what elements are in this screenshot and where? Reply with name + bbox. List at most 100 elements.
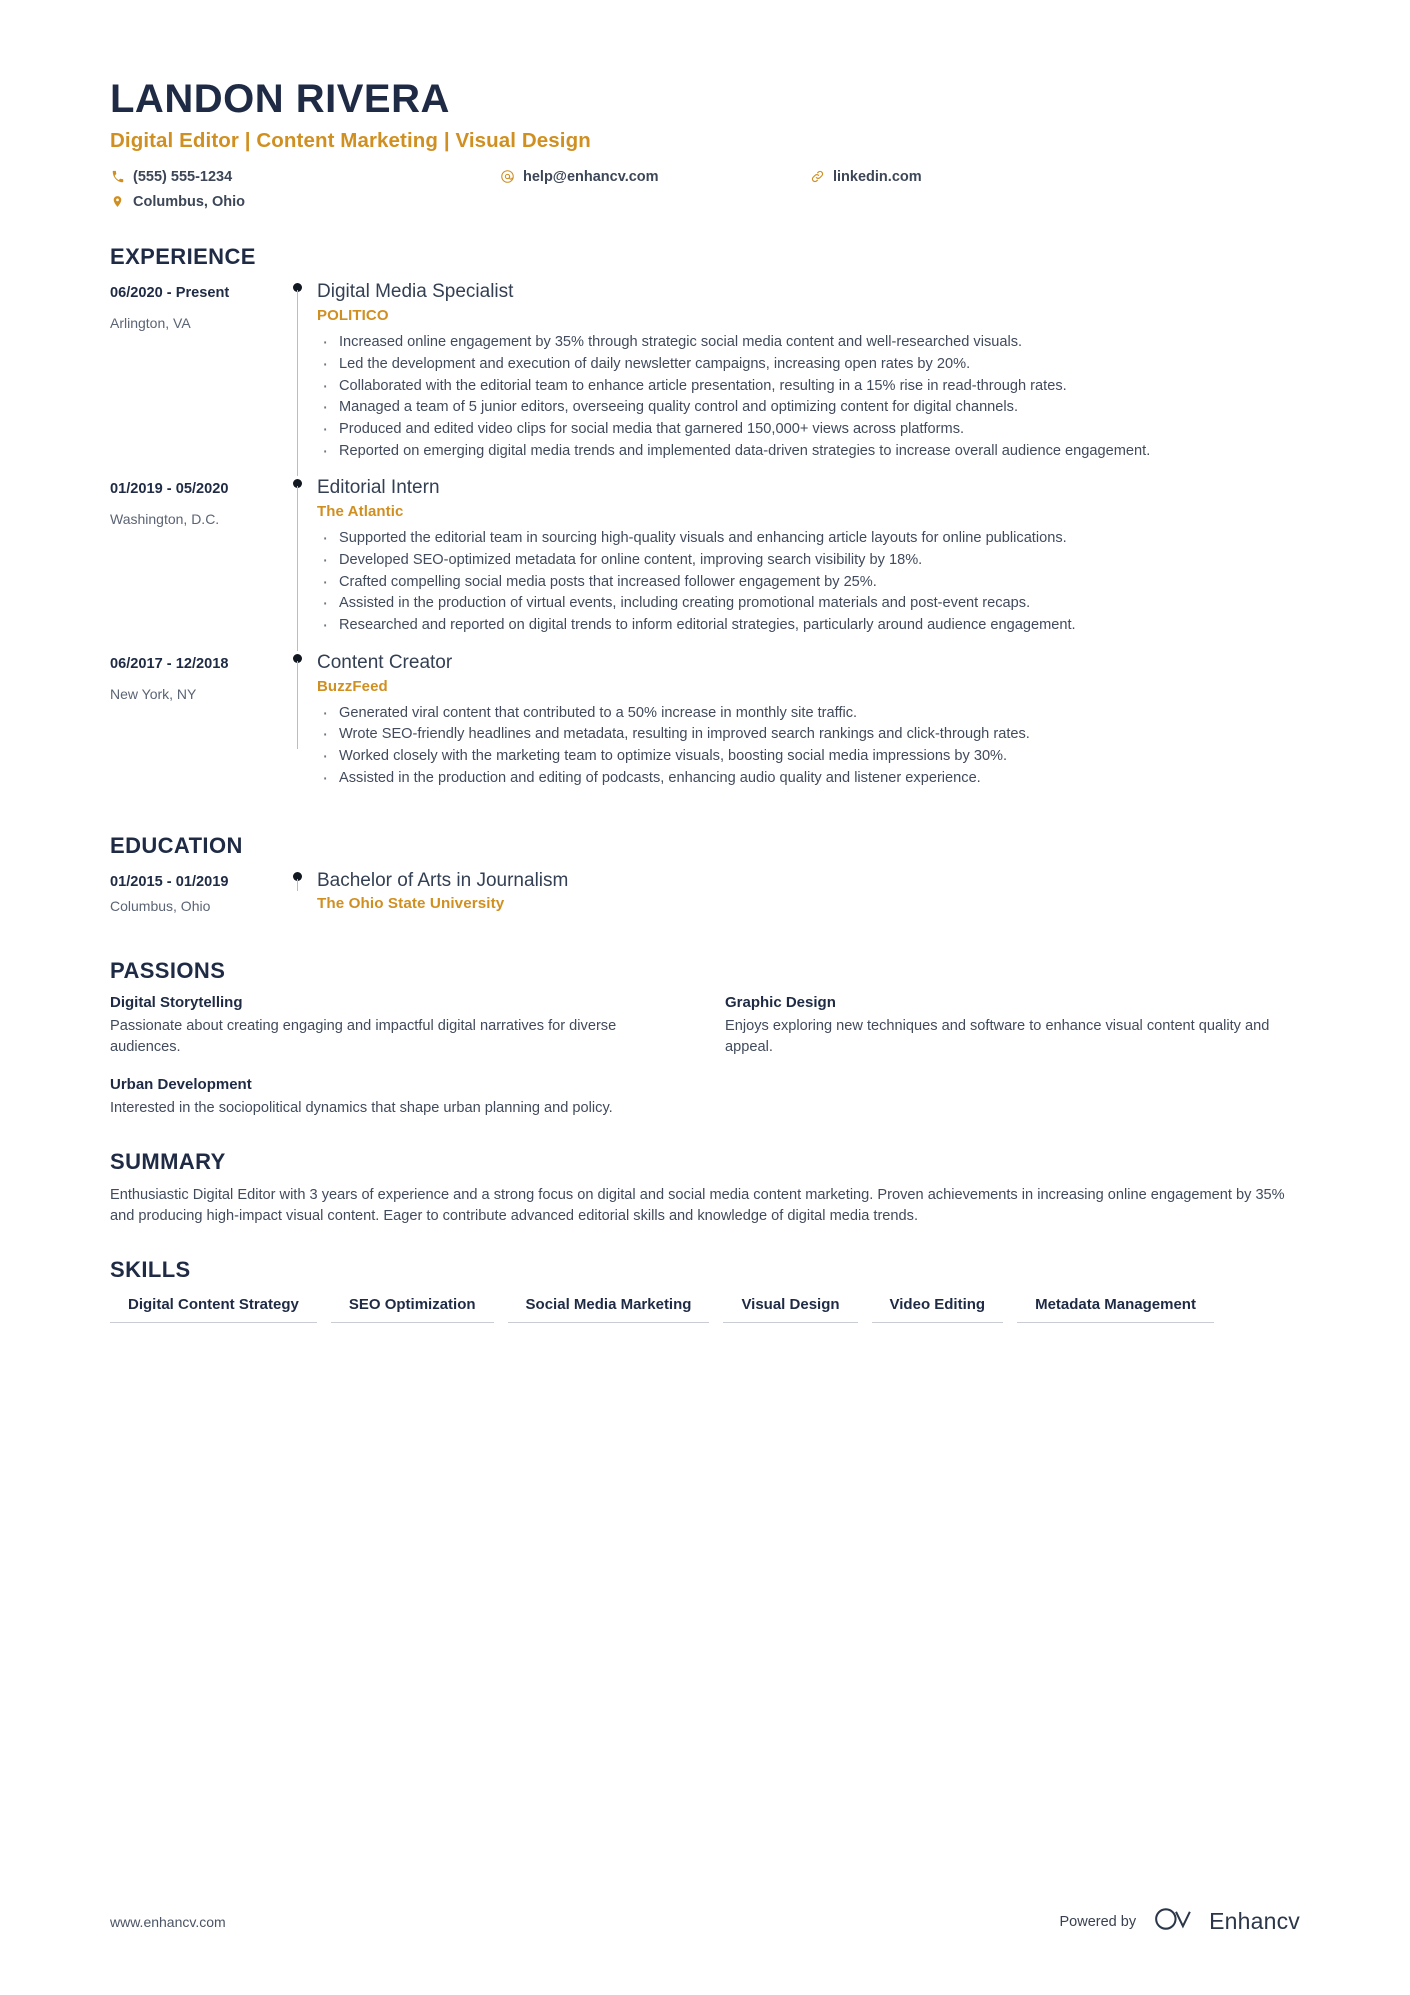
entry-body: Digital Media Specialist POLITICO Increa… bbox=[315, 280, 1300, 466]
summary-text: Enthusiastic Digital Editor with 3 years… bbox=[110, 1186, 1285, 1224]
entry-location: New York, NY bbox=[110, 685, 197, 702]
timeline-line bbox=[297, 290, 299, 477]
skill-tag: Visual Design bbox=[723, 1293, 858, 1323]
link-icon bbox=[810, 169, 825, 184]
skill-tag: Social Media Marketing bbox=[507, 1293, 710, 1323]
experience-section: EXPERIENCE 06/2020 - Present Arlington, … bbox=[110, 244, 1300, 803]
bullet-item: Wrote SEO-friendly headlines and metadat… bbox=[317, 722, 1300, 749]
timeline-line bbox=[297, 486, 299, 651]
brand-name: Enhancv bbox=[1209, 1908, 1300, 1934]
location-pin-icon bbox=[110, 194, 125, 209]
email-icon bbox=[500, 169, 515, 184]
phone-icon bbox=[110, 169, 125, 184]
contact-email-text: help@enhancv.com bbox=[523, 168, 659, 185]
bullet-item: Supported the editorial team in sourcing… bbox=[317, 526, 1300, 553]
passion-item: Urban Development Interested in the soci… bbox=[110, 1076, 685, 1119]
timeline-rail bbox=[280, 476, 315, 651]
entry-date: 01/2019 - 05/2020 bbox=[110, 481, 229, 498]
experience-entry: 06/2017 - 12/2018 New York, NY Content C… bbox=[110, 651, 1300, 804]
bullet-item: Assisted in the production and editing o… bbox=[317, 766, 1300, 793]
bullet-item: Managed a team of 5 junior editors, over… bbox=[317, 395, 1300, 422]
entry-body: Bachelor of Arts in Journalism The Ohio … bbox=[315, 869, 1300, 914]
resume-header: LANDON RIVERA Digital Editor | Content M… bbox=[110, 0, 1300, 214]
contact-linkedin-text: linkedin.com bbox=[833, 168, 922, 185]
passion-item: Graphic Design Enjoys exploring new tech… bbox=[725, 994, 1300, 1057]
skills-heading: SKILLS bbox=[110, 1256, 191, 1282]
contact-email[interactable]: help@enhancv.com bbox=[500, 169, 810, 185]
summary-section: SUMMARY Enthusiastic Digital Editor with… bbox=[110, 1149, 1300, 1227]
timeline-rail bbox=[280, 869, 315, 914]
bullet-item: Generated viral content that contributed… bbox=[317, 701, 1300, 728]
timeline-line bbox=[297, 660, 299, 750]
contact-info: (555) 555-1234 help@enhancv.com linkedin… bbox=[110, 164, 1300, 214]
skills-section: SKILLS Digital Content Strategy SEO Opti… bbox=[110, 1257, 1300, 1323]
entry-bullets: Generated viral content that contributed… bbox=[317, 701, 1300, 793]
summary-heading: SUMMARY bbox=[110, 1148, 226, 1174]
passions-grid: Digital Storytelling Passionate about cr… bbox=[110, 994, 1300, 1118]
passion-title: Graphic Design bbox=[725, 994, 836, 1012]
entry-date: 06/2017 - 12/2018 bbox=[110, 655, 229, 672]
entry-meta: 06/2020 - Present Arlington, VA bbox=[110, 280, 280, 462]
passion-description: Passionate about creating engaging and i… bbox=[110, 1018, 617, 1056]
entry-organization: The Atlantic bbox=[317, 503, 404, 521]
entry-bullets: Increased online engagement by 35% throu… bbox=[317, 330, 1300, 466]
entry-role: Editorial Intern bbox=[317, 477, 440, 499]
contact-phone-text: (555) 555-1234 bbox=[133, 168, 233, 185]
skill-tag: SEO Optimization bbox=[330, 1293, 494, 1323]
entry-location: Columbus, Ohio bbox=[110, 898, 211, 915]
skill-tag: Metadata Management bbox=[1017, 1293, 1214, 1323]
contact-location: Columbus, Ohio bbox=[110, 194, 500, 210]
experience-entry: 01/2019 - 05/2020 Washington, D.C. Edito… bbox=[110, 476, 1300, 651]
bullet-item: Reported on emerging digital media trend… bbox=[317, 439, 1300, 466]
footer-url[interactable]: www.enhancv.com bbox=[110, 1914, 226, 1930]
skills-list: Digital Content Strategy SEO Optimizatio… bbox=[110, 1293, 1300, 1323]
contact-phone[interactable]: (555) 555-1234 bbox=[110, 169, 500, 185]
footer-branding: Powered by Enhancv bbox=[1060, 1906, 1301, 1937]
enhancv-logo: Enhancv bbox=[1152, 1906, 1300, 1937]
resume-page: LANDON RIVERA Digital Editor | Content M… bbox=[0, 0, 1410, 1995]
education-entry: 01/2015 - 01/2019 Columbus, Ohio Bachelo… bbox=[110, 869, 1300, 928]
education-heading: EDUCATION bbox=[110, 833, 243, 859]
contact-linkedin[interactable]: linkedin.com bbox=[810, 169, 1300, 185]
bullet-item: Developed SEO-optimized metadata for onl… bbox=[317, 548, 1300, 575]
bullet-item: Produced and edited video clips for soci… bbox=[317, 417, 1300, 444]
bullet-item: Collaborated with the editorial team to … bbox=[317, 374, 1300, 401]
timeline-rail bbox=[280, 280, 315, 477]
timeline-line bbox=[297, 879, 299, 892]
bullet-item: Worked closely with the marketing team t… bbox=[317, 744, 1300, 771]
bullet-item: Increased online engagement by 35% throu… bbox=[317, 330, 1300, 357]
timeline-rail bbox=[280, 651, 315, 790]
page-footer: www.enhancv.com Powered by Enhancv bbox=[110, 1906, 1300, 1937]
passions-section: PASSIONS Digital Storytelling Passionate… bbox=[110, 958, 1300, 1118]
entry-role: Content Creator bbox=[317, 651, 453, 673]
passion-description: Interested in the sociopolitical dynamic… bbox=[110, 1099, 613, 1116]
passion-title: Urban Development bbox=[110, 1075, 252, 1093]
school-name: The Ohio State University bbox=[317, 895, 505, 913]
degree-title: Bachelor of Arts in Journalism bbox=[317, 870, 569, 892]
entry-meta: 06/2017 - 12/2018 New York, NY bbox=[110, 651, 280, 790]
infinity-logo-icon bbox=[1152, 1906, 1200, 1937]
education-section: EDUCATION 01/2015 - 01/2019 Columbus, Oh… bbox=[110, 833, 1300, 928]
entry-organization: BuzzFeed bbox=[317, 677, 388, 695]
contact-location-text: Columbus, Ohio bbox=[133, 193, 245, 210]
bullet-item: Assisted in the production of virtual ev… bbox=[317, 591, 1300, 618]
passions-heading: PASSIONS bbox=[110, 958, 226, 984]
bullet-item: Researched and reported on digital trend… bbox=[317, 613, 1300, 640]
passion-item: Digital Storytelling Passionate about cr… bbox=[110, 994, 685, 1057]
experience-heading: EXPERIENCE bbox=[110, 244, 256, 270]
page-title: LANDON RIVERA bbox=[110, 77, 450, 121]
entry-meta: 01/2015 - 01/2019 Columbus, Ohio bbox=[110, 869, 280, 914]
bullet-item: Led the development and execution of dai… bbox=[317, 352, 1300, 379]
professional-headline: Digital Editor | Content Marketing | Vis… bbox=[110, 129, 591, 153]
entry-role: Digital Media Specialist bbox=[317, 281, 514, 303]
skill-tag: Digital Content Strategy bbox=[110, 1293, 317, 1323]
passion-title: Digital Storytelling bbox=[110, 994, 243, 1012]
entry-meta: 01/2019 - 05/2020 Washington, D.C. bbox=[110, 476, 280, 636]
entry-body: Editorial Intern The Atlantic Supported … bbox=[315, 476, 1300, 640]
entry-location: Arlington, VA bbox=[110, 315, 191, 332]
entry-date: 01/2015 - 01/2019 bbox=[110, 874, 229, 891]
bullet-item: Crafted compelling social media posts th… bbox=[317, 570, 1300, 597]
passion-description: Enjoys exploring new techniques and soft… bbox=[725, 1018, 1270, 1056]
entry-organization: POLITICO bbox=[317, 307, 389, 325]
entry-location: Washington, D.C. bbox=[110, 511, 220, 528]
